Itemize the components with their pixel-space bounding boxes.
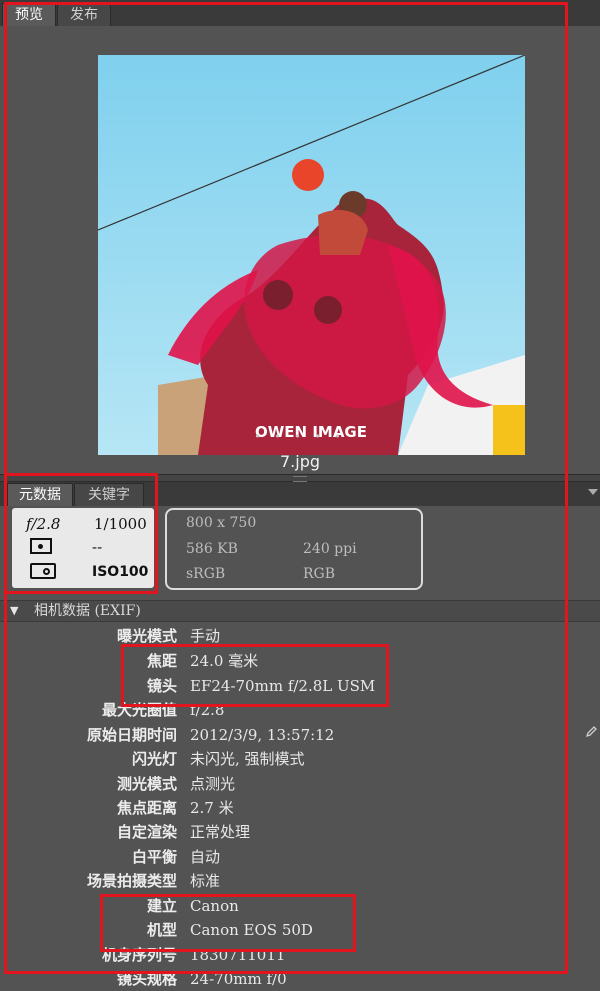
- exif-key: 测光模式: [116, 775, 177, 793]
- metadata-tab-bar: 元数据 关键字: [0, 482, 600, 506]
- tab-keywords[interactable]: 关键字: [74, 483, 144, 506]
- exif-value: 2012/3/9, 13:57:12: [190, 726, 335, 744]
- image-resolution: 240 ppi: [303, 541, 357, 557]
- exif-row-scene-capture: 场景拍摄类型 标准: [0, 869, 600, 893]
- exif-key: 镜头规格: [116, 970, 177, 988]
- exif-key: 焦距: [146, 652, 177, 670]
- section-title: 相机数据 (EXIF): [34, 603, 141, 619]
- exif-key: 自定渲染: [116, 823, 177, 841]
- exif-value: 未闪光, 强制模式: [190, 750, 305, 768]
- image-dimensions: 800 x 750: [186, 515, 257, 531]
- pencil-icon[interactable]: [585, 726, 597, 738]
- iso-value: ISO100: [92, 564, 149, 580]
- tab-metadata[interactable]: 元数据: [7, 483, 73, 506]
- preview-panel: OWEN IMAGE • • • • • 7.jpg: [0, 26, 600, 474]
- metering-value: --: [92, 538, 103, 556]
- camera-icon: [30, 563, 56, 579]
- exif-key: 最大光圈值: [101, 701, 177, 719]
- quick-exif-panel: f/2.8 1/1000 -- ISO100: [12, 508, 154, 588]
- exif-value: 正常处理: [190, 823, 251, 841]
- exif-key: 原始日期时间: [86, 726, 177, 744]
- exif-key: 机型: [146, 921, 177, 939]
- exif-key: 建立: [146, 897, 177, 915]
- exif-key: 白平衡: [131, 848, 177, 866]
- exif-row-white-balance: 白平衡 自动: [0, 845, 600, 869]
- exif-row-lens: 镜头 EF24-70mm f/2.8L USM: [0, 674, 600, 698]
- panel-menu-icon[interactable]: [588, 489, 598, 495]
- exif-value: 1830711011: [190, 946, 286, 964]
- shutter-value: 1/1000: [94, 515, 147, 533]
- tab-preview[interactable]: 预览: [2, 3, 56, 26]
- exif-row-flash: 闪光灯 未闪光, 强制模式: [0, 747, 600, 771]
- exif-row-make: 建立 Canon: [0, 894, 600, 918]
- exif-row-serial-number: 机身序列号 1830711011: [0, 943, 600, 967]
- preview-image[interactable]: OWEN IMAGE: [98, 55, 525, 455]
- preview-tab-bar: 预览 发布: [0, 0, 600, 26]
- file-info-panel: 800 x 750 586 KB 240 ppi sRGB RGB: [165, 508, 423, 590]
- exif-row-focal-length: 焦距 24.0 毫米: [0, 649, 600, 673]
- color-mode: RGB: [303, 566, 336, 582]
- preview-filename: 7.jpg: [279, 452, 321, 471]
- exif-row-max-aperture: 最大光圈值 f/2.8: [0, 698, 600, 722]
- filmstrip-dots: • • • • •: [254, 430, 346, 443]
- exif-key: 机身序列号: [101, 946, 177, 964]
- exif-value: Canon EOS 50D: [190, 921, 313, 939]
- tab-publish[interactable]: 发布: [57, 3, 111, 26]
- exif-key: 镜头: [146, 677, 177, 695]
- exif-value: 手动: [190, 627, 221, 645]
- exif-key: 场景拍摄类型: [86, 872, 177, 890]
- exif-row-custom-rendered: 自定渲染 正常处理: [0, 820, 600, 844]
- aperture-value: f/2.8: [26, 515, 61, 533]
- exif-value: 24.0 毫米: [190, 652, 259, 670]
- exif-row-focus-distance: 焦点距离 2.7 米: [0, 796, 600, 820]
- exif-section-header[interactable]: ▼ 相机数据 (EXIF): [0, 600, 600, 622]
- exif-value: Canon: [190, 897, 239, 915]
- exif-row-lens-spec: 镜头规格 24-70mm f/0: [0, 967, 600, 991]
- exif-value: 自动: [190, 848, 221, 866]
- exif-value: 标准: [190, 872, 221, 890]
- exif-key: 焦点距离: [116, 799, 177, 817]
- metering-mode-icon: [30, 538, 52, 554]
- collapse-toggle-icon[interactable]: ▼: [10, 601, 18, 621]
- exif-value: f/2.8: [190, 701, 225, 719]
- exif-value: EF24-70mm f/2.8L USM: [190, 677, 376, 695]
- exif-key: 曝光模式: [116, 627, 177, 645]
- exif-row-model: 机型 Canon EOS 50D: [0, 918, 600, 942]
- exif-row-metering-mode: 测光模式 点测光: [0, 772, 600, 796]
- color-profile: sRGB: [186, 566, 226, 582]
- exif-row-exposure-mode: 曝光模式 手动: [0, 624, 600, 648]
- exif-value: 2.7 米: [190, 799, 234, 817]
- exif-value: 点测光: [190, 775, 236, 793]
- exif-row-date-original: 原始日期时间 2012/3/9, 13:57:12: [0, 723, 600, 747]
- panel-splitter[interactable]: [0, 474, 600, 482]
- exif-value: 24-70mm f/0: [190, 970, 287, 988]
- file-size: 586 KB: [186, 541, 238, 557]
- exif-key: 闪光灯: [131, 750, 177, 768]
